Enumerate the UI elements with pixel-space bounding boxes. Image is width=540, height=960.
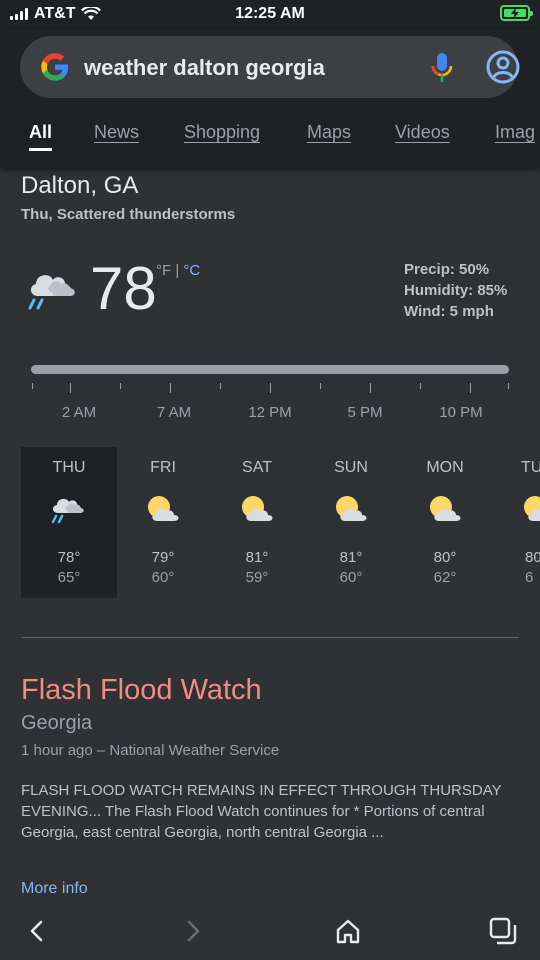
day-high: 79° [151, 549, 175, 566]
thunderstorm-icon [51, 498, 84, 524]
forecast-day-thu[interactable]: THU 78° 65° [21, 447, 117, 598]
unit-celsius[interactable]: °C [183, 262, 200, 279]
alert-body: FLASH FLOOD WATCH REMAINS IN EFFECT THRO… [21, 782, 502, 841]
account-icon[interactable] [486, 50, 520, 84]
forward-icon[interactable] [178, 916, 208, 946]
time-label: 7 AM [156, 404, 192, 421]
google-logo-icon [41, 53, 69, 81]
time-label: 12 PM [248, 404, 292, 421]
humidity: Humidity: 85% [404, 282, 508, 299]
search-box[interactable]: weather dalton georgia [20, 36, 520, 98]
day-low: 60° [151, 569, 175, 586]
forecast-day-fri[interactable]: FRI 79° 60° [115, 447, 211, 598]
charging-bolt-icon [511, 7, 519, 19]
precipitation: Precip: 50% [404, 261, 490, 278]
browser-toolbar [0, 900, 540, 960]
day-low: 59° [245, 569, 269, 586]
divider [21, 637, 519, 638]
clock: 12:25 AM [235, 5, 305, 22]
day-high: 81° [339, 549, 363, 566]
day-name: FRI [150, 459, 176, 476]
day-high: 80 [525, 549, 540, 566]
battery-icon [500, 5, 533, 21]
forecast-day-sat[interactable]: SAT 81° 59° [209, 447, 305, 598]
day-name: TU [521, 459, 540, 476]
weather-location: Dalton, GA [21, 172, 139, 199]
unit-toggle: °F | °C [156, 262, 200, 279]
forecast-day-mon[interactable]: MON 80° 62° [397, 447, 493, 598]
current-temperature: 78 [90, 255, 157, 322]
search-tabs: All News Shopping Maps Videos Imag [0, 122, 540, 152]
day-name: SUN [334, 459, 368, 476]
alert-title[interactable]: Flash Flood Watch [21, 674, 262, 707]
day-name: THU [52, 459, 86, 476]
tab-shopping[interactable]: Shopping [184, 122, 260, 143]
weather-condition: Thu, Scattered thunderstorms [21, 206, 236, 223]
alert-source: 1 hour ago – National Weather Service [21, 742, 280, 759]
partly-cloudy-icon [242, 496, 273, 521]
back-icon[interactable] [22, 916, 52, 946]
unit-separator: | [171, 262, 184, 279]
day-name: SAT [242, 459, 272, 476]
status-bar: AT&T 12:25 AM [0, 0, 540, 30]
day-name: MON [426, 459, 464, 476]
day-high: 78° [57, 549, 81, 566]
forecast-day-sun[interactable]: SUN 81° 60° [303, 447, 399, 598]
partly-cloudy-icon [148, 496, 179, 521]
day-low: 60° [339, 569, 363, 586]
hourly-timeline[interactable] [31, 365, 509, 374]
day-low: 6 [525, 569, 534, 586]
time-label: 10 PM [439, 404, 483, 421]
day-low: 65° [57, 569, 81, 586]
weather-details: Precip: 50% Humidity: 85% Wind: 5 mph [404, 259, 507, 322]
tab-videos[interactable]: Videos [395, 122, 450, 143]
day-high: 80° [433, 549, 457, 566]
partly-cloudy-icon [524, 496, 540, 521]
wind: Wind: 5 mph [404, 303, 494, 320]
partly-cloudy-icon [430, 496, 461, 521]
search-input[interactable]: weather dalton georgia [84, 55, 325, 81]
search-header: weather dalton georgia All News Shopping… [0, 30, 540, 168]
time-label: 2 AM [61, 404, 97, 421]
alert-region: Georgia [21, 712, 93, 734]
tab-images[interactable]: Imag [495, 122, 535, 143]
tabs-icon[interactable] [488, 916, 518, 946]
day-low: 62° [433, 569, 457, 586]
home-icon[interactable] [333, 916, 363, 946]
microphone-icon[interactable] [431, 53, 453, 83]
more-info-link[interactable]: More info [21, 880, 88, 898]
partly-cloudy-icon [336, 496, 367, 521]
tab-news[interactable]: News [94, 122, 139, 143]
unit-fahrenheit[interactable]: °F [156, 262, 171, 279]
forecast-day-tue[interactable]: TU 80 6 [491, 447, 540, 598]
tab-all[interactable]: All [29, 122, 53, 151]
thunderstorm-icon [28, 275, 75, 310]
day-high: 81° [245, 549, 269, 566]
tab-maps[interactable]: Maps [307, 122, 351, 143]
time-label: 5 PM [347, 404, 383, 421]
